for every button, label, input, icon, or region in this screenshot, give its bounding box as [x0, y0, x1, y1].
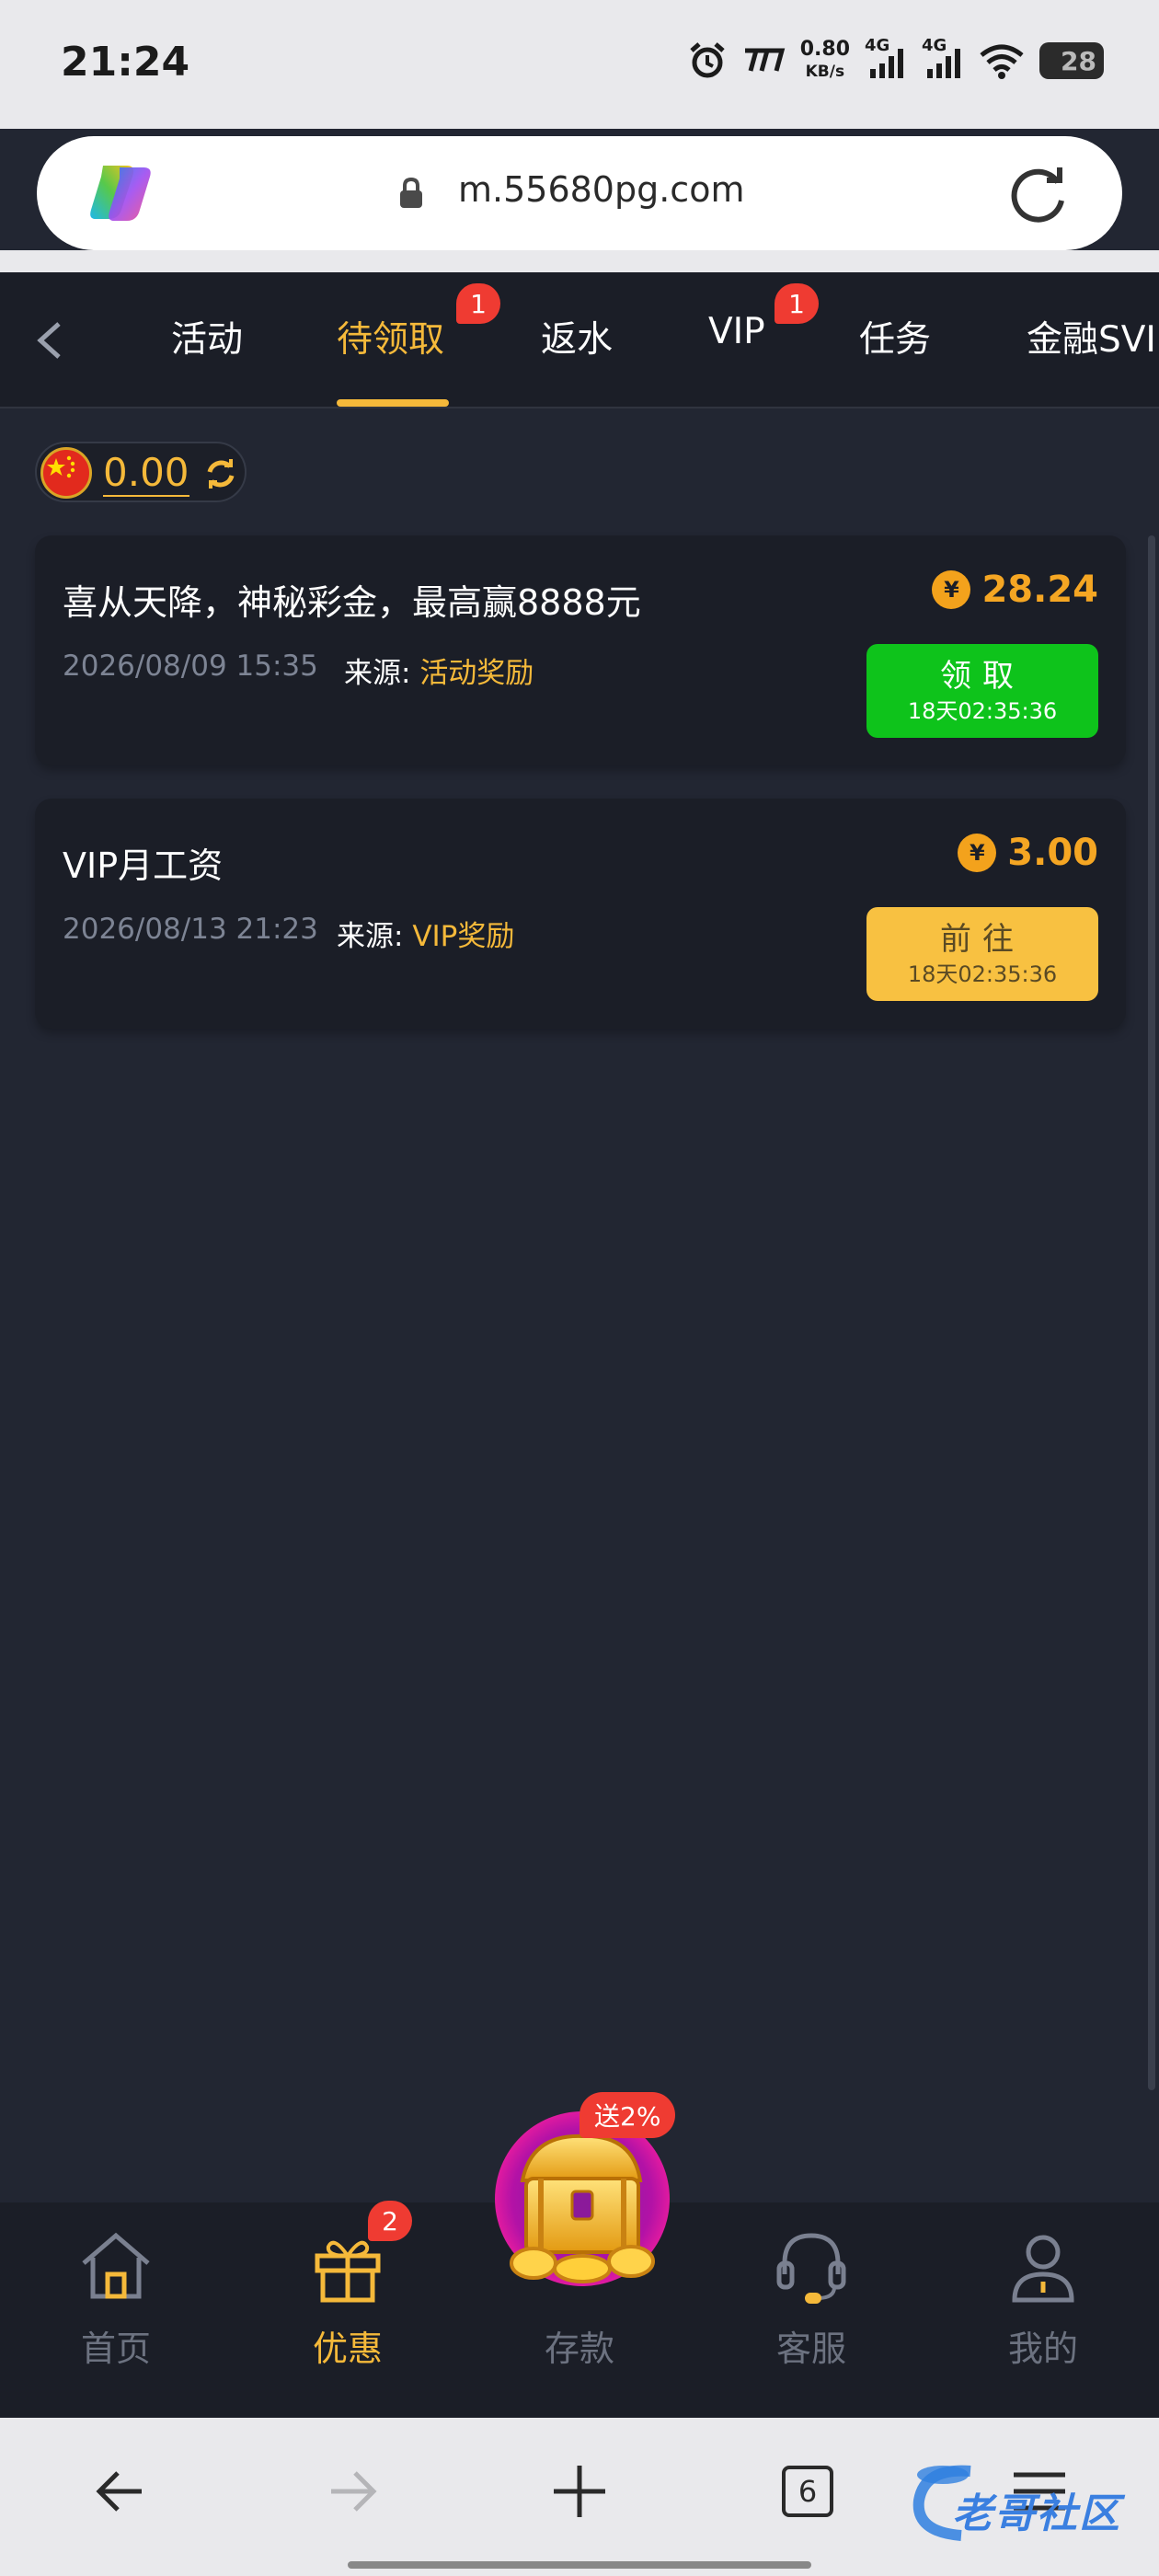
- claim-button[interactable]: 领取 18天02:35:36: [866, 644, 1098, 738]
- tab-tasks[interactable]: 任务: [859, 311, 931, 362]
- signal-icon: [870, 49, 903, 78]
- signal-2: 4G: [922, 36, 964, 82]
- claim-button-label: 领取: [940, 658, 1025, 695]
- url-text[interactable]: m.55680pg.com: [458, 169, 744, 210]
- source-value: 活动奖励: [419, 657, 534, 690]
- source-label: 来源:: [344, 657, 411, 690]
- reward-date: 2026/08/09 15:35: [63, 650, 318, 683]
- tab-finance-svip[interactable]: 金融SVI: [1027, 311, 1156, 362]
- status-bar: 21:24 0.80 KB/s 4G 4G 28: [0, 0, 1159, 129]
- reward-source: 来源: 活动奖励: [344, 650, 534, 691]
- nav-support[interactable]: 客服: [719, 2202, 903, 2418]
- speed-unit: KB/s: [805, 63, 845, 81]
- reward-amount: ¥ 28.24: [932, 569, 1098, 611]
- wifi-icon: [980, 44, 1024, 79]
- tab-activity[interactable]: 活动: [171, 311, 243, 362]
- forward-icon[interactable]: [315, 2455, 388, 2528]
- nav-label: 存款: [544, 2329, 614, 2369]
- balance-pill: 0.00: [35, 442, 247, 502]
- category-tabs: 活动 待领取 1 返水 VIP 1 任务 金融SVI: [0, 272, 1159, 408]
- nav-label: 客服: [775, 2329, 846, 2369]
- speed-value: 0.80: [799, 38, 850, 61]
- signal-1: 4G: [865, 36, 907, 82]
- home-icon: [82, 2232, 150, 2299]
- balance-value: 0.00: [103, 450, 189, 497]
- reward-title: VIP月工资: [63, 845, 224, 886]
- goto-button[interactable]: 前往 18天02:35:36: [866, 907, 1098, 1001]
- watermark-text: 老哥社区: [952, 2490, 1121, 2537]
- reward-amount: ¥ 3.00: [958, 832, 1098, 874]
- reward-date: 2026/08/13 21:23: [63, 913, 318, 946]
- new-tab-icon[interactable]: [543, 2455, 616, 2528]
- deposit-promo-badge: 送2%: [580, 2092, 676, 2138]
- network-speed: 0.80 KB/s: [800, 39, 850, 83]
- china-flag-icon: [40, 447, 92, 499]
- status-icons: 0.80 KB/s 4G 4G 28: [688, 33, 1104, 88]
- reward-source: 来源: VIP奖励: [337, 913, 514, 954]
- tab-switcher-button[interactable]: 6: [782, 2466, 833, 2517]
- nav-badge: 2: [368, 2201, 412, 2241]
- reward-card: VIP月工资 2026/08/13 21:23 来源: VIP奖励 ¥ 3.00…: [35, 799, 1126, 1029]
- scrollbar[interactable]: [1148, 535, 1155, 2090]
- lock-icon: [400, 177, 422, 208]
- reward-card: 喜从天降，神秘彩金，最高赢8888元 2026/08/09 15:35 来源: …: [35, 535, 1126, 765]
- coin-icon: ¥: [958, 834, 997, 872]
- nav-label: 首页: [80, 2329, 151, 2369]
- coin-icon: ¥: [932, 570, 971, 609]
- page-top-strip: [0, 250, 1159, 272]
- home-indicator: [348, 2561, 811, 2569]
- amount-value: 28.24: [981, 569, 1098, 611]
- nav-label: 我的: [1007, 2329, 1078, 2369]
- tab-rebate[interactable]: 返水: [541, 311, 613, 362]
- refresh-balance-icon[interactable]: [202, 455, 239, 492]
- source-value: VIP奖励: [412, 920, 515, 953]
- tab-badge: 1: [456, 283, 500, 324]
- tab-pending-claim[interactable]: 待领取: [337, 311, 444, 362]
- nav-home[interactable]: 首页: [24, 2202, 208, 2418]
- nav-profile[interactable]: 我的: [951, 2202, 1135, 2418]
- battery-icon: 28: [1039, 42, 1104, 79]
- amount-value: 3.00: [1007, 832, 1098, 874]
- active-tab-indicator: [337, 399, 449, 407]
- watermark-logo: 老哥社区: [906, 2458, 1145, 2547]
- address-bar[interactable]: m.55680pg.com: [37, 136, 1122, 250]
- tab-badge: 1: [775, 283, 819, 324]
- copilot-logo-icon[interactable]: [86, 160, 155, 226]
- nav-label: 优惠: [312, 2329, 383, 2369]
- signal-icon: [927, 49, 960, 78]
- goto-button-label: 前往: [940, 921, 1025, 958]
- countdown: 18天02:35:36: [907, 961, 1058, 987]
- reload-icon[interactable]: [1006, 162, 1071, 226]
- back-arrow-icon[interactable]: [28, 313, 74, 368]
- reward-title: 喜从天降，神秘彩金，最高赢8888元: [63, 582, 641, 623]
- nav-promotions[interactable]: 优惠: [256, 2202, 440, 2418]
- status-time: 21:24: [61, 39, 190, 86]
- app-icon: [744, 48, 785, 72]
- countdown: 18天02:35:36: [907, 698, 1058, 724]
- profile-icon: [1012, 2235, 1074, 2303]
- battery-level: 28: [1061, 45, 1096, 76]
- back-icon[interactable]: [85, 2455, 158, 2528]
- source-label: 来源:: [337, 920, 404, 953]
- alarm-icon: [690, 42, 725, 78]
- headset-icon: [776, 2233, 846, 2304]
- tab-vip[interactable]: VIP: [708, 311, 765, 352]
